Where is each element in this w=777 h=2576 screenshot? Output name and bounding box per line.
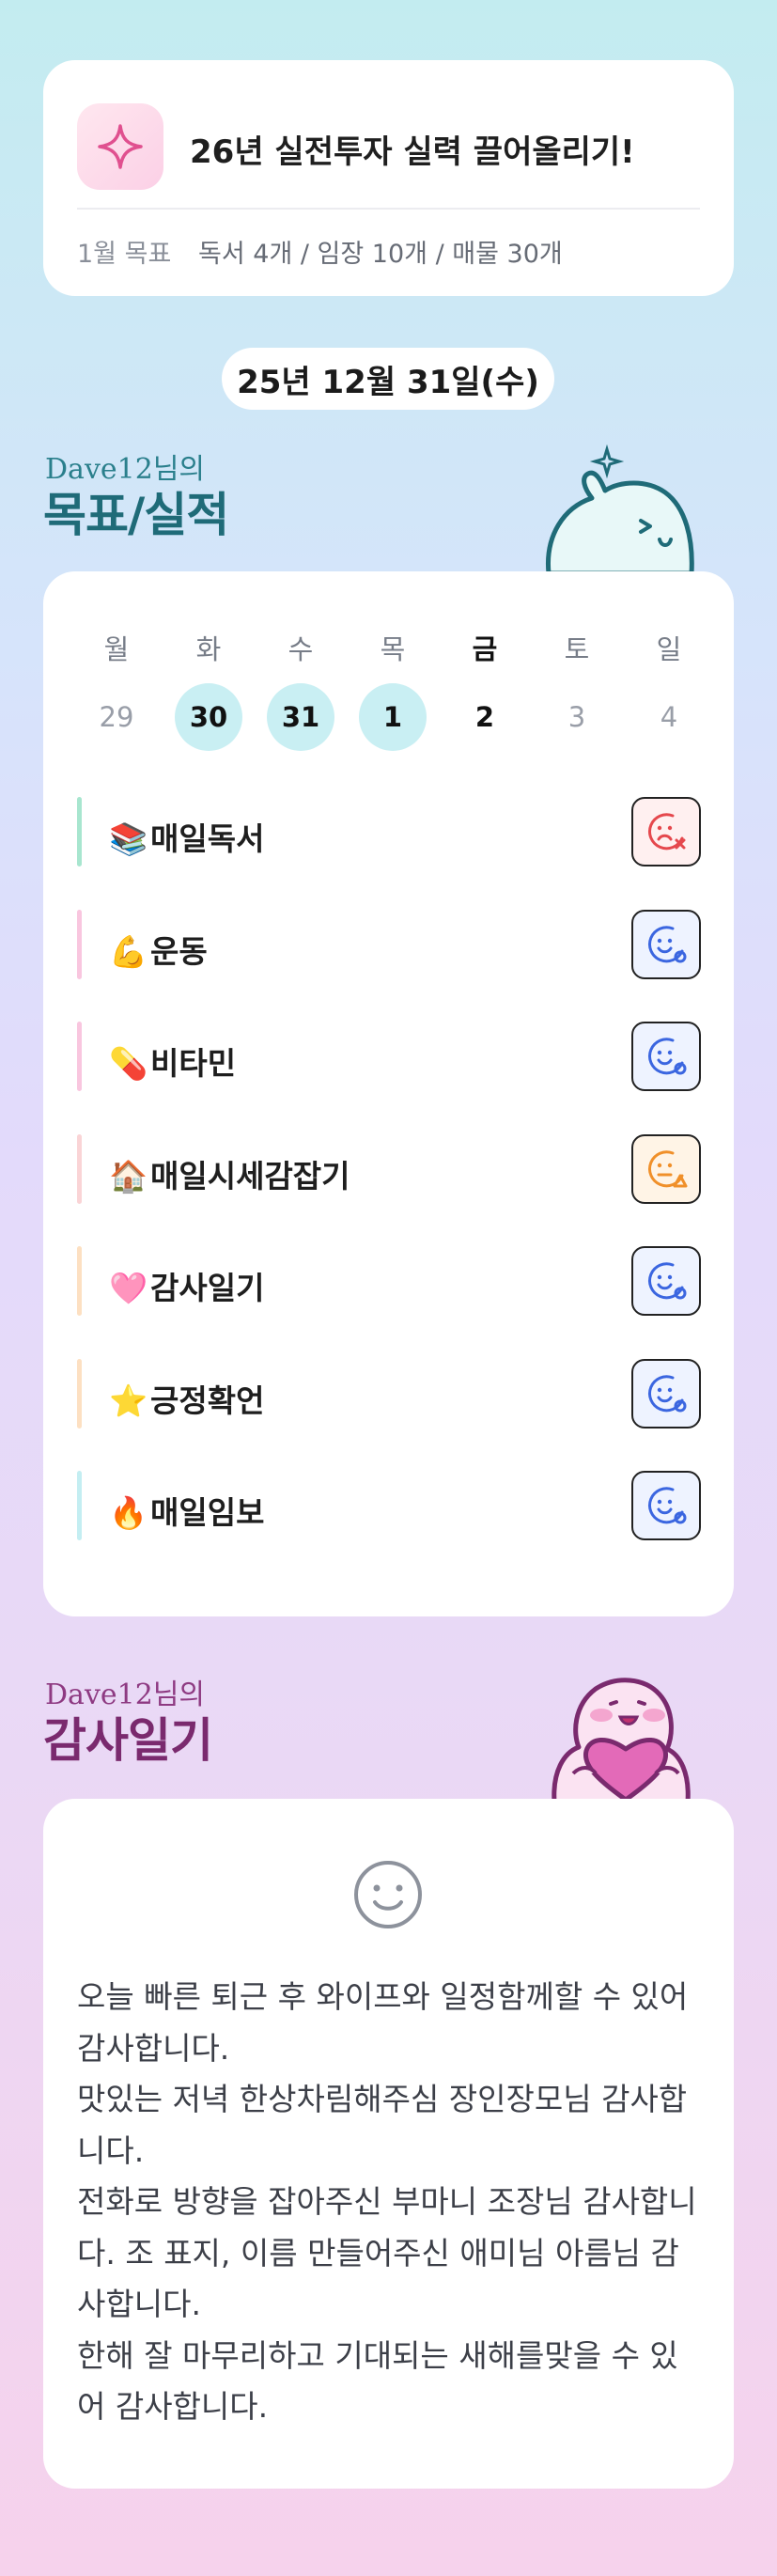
habit-color-bar [77, 797, 82, 866]
calendar-day[interactable]: 2 [451, 683, 519, 751]
habit-label: 📚매일독서 [109, 814, 264, 859]
habit-label: 🩷감사일기 [109, 1263, 264, 1308]
weekday-label: 금 [472, 633, 498, 665]
goal-month-label: 1월 목표 [77, 240, 172, 269]
habit-row[interactable]: 📚매일독서 [77, 797, 701, 866]
habit-emoji-icon: ⭐ [109, 1382, 148, 1419]
habit-color-bar [77, 1246, 82, 1316]
habit-row[interactable]: 🩷감사일기 [77, 1246, 701, 1316]
status-done-icon[interactable] [631, 1358, 701, 1429]
thanks-card: 오늘 빠른 퇴근 후 와이프와 일정함께할 수 있어 감사합니다. 맛있는 저녁… [43, 1799, 734, 2489]
weekday-label: 토 [564, 633, 590, 665]
weekday-label: 일 [656, 633, 682, 665]
goal-title: 26년 실전투자 실력 끌어올리기! [190, 133, 635, 171]
calendar-day[interactable]: 31 [267, 683, 334, 751]
habit-emoji-icon: 💊 [109, 1045, 148, 1082]
date-selector[interactable]: 25년 12월 31일(수) [222, 348, 554, 410]
habit-color-bar [77, 1471, 82, 1540]
goal-card[interactable]: 26년 실전투자 실력 끌어올리기! 1월 목표 독서 4개 / 임장 10개 … [43, 60, 734, 296]
section-title-thanks: 감사일기 [43, 1713, 213, 1768]
status-done-icon[interactable] [631, 1246, 701, 1316]
mascot-waving-illustration [536, 442, 705, 576]
habit-color-bar [77, 1133, 82, 1204]
calendar-day[interactable]: 3 [543, 683, 611, 751]
thanks-line: 전화로 방향을 잡아주신 부마니 조장님 감사합니다. 조 표지, 이름 만들어… [77, 2183, 697, 2322]
divider [77, 208, 700, 210]
habit-color-bar [77, 1358, 82, 1429]
habit-row[interactable]: 💊비타민 [77, 1022, 701, 1091]
goal-month-items: 독서 4개 / 임장 10개 / 매물 30개 [198, 240, 563, 269]
thanks-line: 오늘 빠른 퇴근 후 와이프와 일정함께할 수 있어 감사합니다. [77, 1978, 689, 2067]
thanks-line: 한해 잘 마무리하고 기대되는 새해를맞을 수 있어 감사합니다. [77, 2336, 678, 2426]
weekday-label: 월 [103, 633, 130, 665]
calendar-day[interactable]: 30 [175, 683, 242, 751]
status-done-icon[interactable] [631, 909, 701, 979]
smile-icon [350, 1857, 426, 1932]
habit-name: 감사일기 [150, 1270, 265, 1306]
habit-label: 💪운동 [109, 927, 208, 972]
section-title-goals: 목표/실적 [43, 488, 229, 542]
goals-card: 월 29 화 30 수 31 목 1 금 2 토 3 일 4 📚매일독서 💪운동 💊비타민 🏠매일시세감잡기 🩷감… [43, 571, 734, 1616]
habit-emoji-icon: 🩷 [109, 1270, 148, 1306]
status-done-icon[interactable] [631, 1471, 701, 1540]
habit-name: 비타민 [150, 1045, 237, 1082]
habit-label: 🏠매일시세감잡기 [109, 1151, 350, 1196]
habit-color-bar [77, 909, 82, 979]
status-done-icon[interactable] [631, 1022, 701, 1091]
habit-row[interactable]: 🏠매일시세감잡기 [77, 1133, 701, 1204]
calendar-day[interactable]: 29 [83, 683, 150, 751]
weekday-label: 화 [195, 633, 222, 665]
habit-row[interactable]: ⭐긍정확언 [77, 1358, 701, 1429]
weekday-label: 목 [380, 633, 406, 665]
thanks-text: 오늘 빠른 퇴근 후 와이프와 일정함께할 수 있어 감사합니다. 맛있는 저녁… [77, 1972, 707, 2433]
habit-color-bar [77, 1022, 82, 1091]
status-fail-icon[interactable] [631, 797, 701, 866]
habit-emoji-icon: 💪 [109, 932, 148, 970]
weekday-label: 수 [287, 633, 314, 665]
calendar-day[interactable]: 1 [359, 683, 427, 751]
thanks-line: 맛있는 저녁 한상차림해주심 장인장모님 감사합니다. [77, 2081, 688, 2169]
status-warning-icon[interactable] [631, 1133, 701, 1204]
habit-label: 💊비타민 [109, 1038, 236, 1084]
habit-row[interactable]: 🔥매일임보 [77, 1471, 701, 1540]
mascot-heart-illustration [536, 1668, 705, 1804]
habit-row[interactable]: 💪운동 [77, 909, 701, 979]
habit-emoji-icon: 📚 [109, 820, 148, 857]
habit-name: 매일임보 [150, 1494, 265, 1531]
calendar-day[interactable]: 4 [635, 683, 703, 751]
sparkle-icon [77, 103, 163, 190]
habit-emoji-icon: 🔥 [109, 1494, 148, 1531]
habit-emoji-icon: 🏠 [109, 1157, 148, 1194]
habit-name: 운동 [150, 932, 208, 970]
habit-name: 긍정확언 [150, 1382, 265, 1419]
habit-label: 🔥매일임보 [109, 1488, 264, 1533]
habit-name: 매일시세감잡기 [150, 1157, 350, 1194]
habit-name: 매일독서 [150, 820, 265, 857]
habit-label: ⭐긍정확언 [109, 1376, 264, 1421]
